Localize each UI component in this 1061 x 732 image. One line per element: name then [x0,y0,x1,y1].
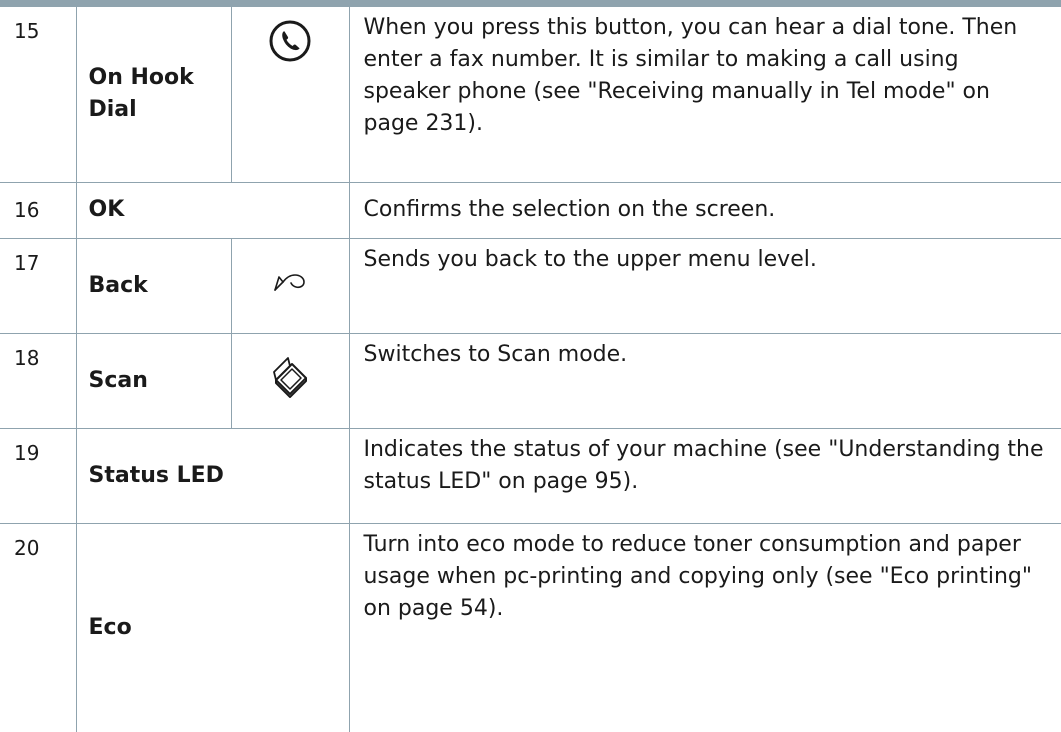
row-description: Confirms the selection on the screen. [348,181,1061,239]
row-description: Turn into eco mode to reduce toner consu… [348,522,1061,732]
table-row: 18 Scan Switches to Scan mode. [0,332,1061,429]
phone-handset-icon [268,19,312,63]
button-name-on-hook-dial: On Hook Dial [75,7,232,183]
table-row: 20 Eco Turn into eco mode to reduce tone… [0,522,1061,732]
button-name-eco: Eco [75,522,350,732]
icon-cell [230,237,350,334]
row-description: Sends you back to the upper menu level. [348,237,1061,334]
icon-cell [230,7,350,183]
scanner-icon [268,354,312,398]
control-panel-table: 15 On Hook Dial When you press this butt… [0,7,1061,732]
row-description: Indicates the status of your machine (se… [348,427,1061,524]
button-name-line2: Dial [88,97,137,123]
row-description: Switches to Scan mode. [348,332,1061,429]
table-row: 15 On Hook Dial When you press this butt… [0,7,1061,183]
top-rule [0,0,1061,7]
row-number: 15 [0,7,77,183]
back-arrow-icon [270,267,310,295]
button-name-back: Back [75,237,232,334]
icon-cell [230,332,350,429]
button-name-status-led: Status LED [75,427,350,524]
table-row: 19 Status LED Indicates the status of yo… [0,427,1061,524]
row-number: 18 [0,332,77,429]
table-row: 16 OK Confirms the selection on the scre… [0,181,1061,239]
button-name-ok: OK [75,181,350,239]
row-number: 17 [0,237,77,334]
row-description: When you press this button, you can hear… [348,7,1061,183]
table-row: 17 Back Sends you back to the upper menu… [0,237,1061,334]
row-number: 19 [0,427,77,524]
button-name-line1: On Hook [88,65,194,91]
row-number: 20 [0,522,77,732]
row-number: 16 [0,181,77,239]
button-name-scan: Scan [75,332,232,429]
